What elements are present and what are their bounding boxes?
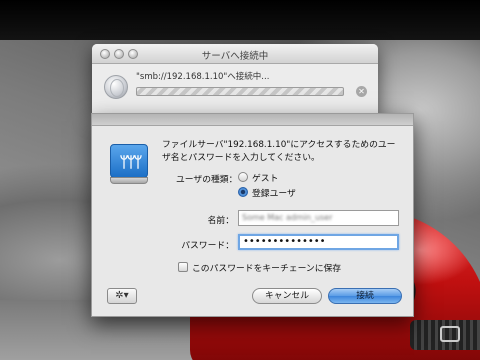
save-to-keychain-checkbox[interactable] [178, 262, 188, 272]
login-sheet: ᛘᛘᛘ ファイルサーバ"192.168.1.10"にアクセスするためのユーザ名と… [91, 113, 414, 317]
cancel-button[interactable]: キャンセル [252, 288, 322, 304]
registered-user-radio[interactable] [238, 187, 248, 197]
save-to-keychain-label[interactable]: このパスワードをキーチェーンに保存 [192, 261, 341, 274]
file-server-icon: ᛘᛘᛘ [110, 144, 148, 184]
globe-icon [104, 75, 128, 99]
password-field[interactable]: •••••••••••••• [238, 234, 399, 250]
user-type-label: ユーザの種類： [176, 175, 238, 185]
name-field[interactable]: Some Mac admin_user [238, 210, 399, 226]
guest-radio[interactable] [238, 172, 248, 182]
connecting-progress-bar [136, 87, 344, 96]
connecting-window-title: サーバへ接続中 [201, 51, 269, 62]
connecting-status-text: "smb://192.168.1.10"へ接続中... [136, 72, 270, 82]
connecting-window-titlebar[interactable]: サーバへ接続中 [92, 44, 378, 64]
connect-button[interactable]: 接続 [328, 288, 402, 304]
file-server-icon-body: ᛘᛘᛘ [110, 144, 148, 178]
registered-user-radio-label[interactable]: 登録ユーザ [252, 186, 296, 199]
password-field-value: •••••••••••••• [243, 236, 326, 247]
connecting-window-body: "smb://192.168.1.10"へ接続中... ✕ [92, 64, 378, 114]
wallpaper-car-badge [440, 326, 460, 342]
sheet-top-strip [92, 114, 413, 126]
action-menu-button[interactable]: ✲▾ [107, 288, 137, 304]
file-server-icon-base [110, 177, 148, 184]
password-label: パスワード： [181, 241, 234, 251]
login-message: ファイルサーバ"192.168.1.10"にアクセスするためのユーザ名とパスワー… [162, 140, 396, 163]
stop-connecting-button[interactable]: ✕ [356, 86, 367, 97]
guest-radio-label[interactable]: ゲスト [252, 171, 278, 184]
name-field-value: Some Mac admin_user [242, 213, 333, 222]
name-label: 名前： [207, 216, 234, 226]
connecting-window: サーバへ接続中 "smb://192.168.1.10"へ接続中... ✕ [92, 44, 378, 114]
people-icon: ᛘᛘᛘ [119, 153, 142, 171]
